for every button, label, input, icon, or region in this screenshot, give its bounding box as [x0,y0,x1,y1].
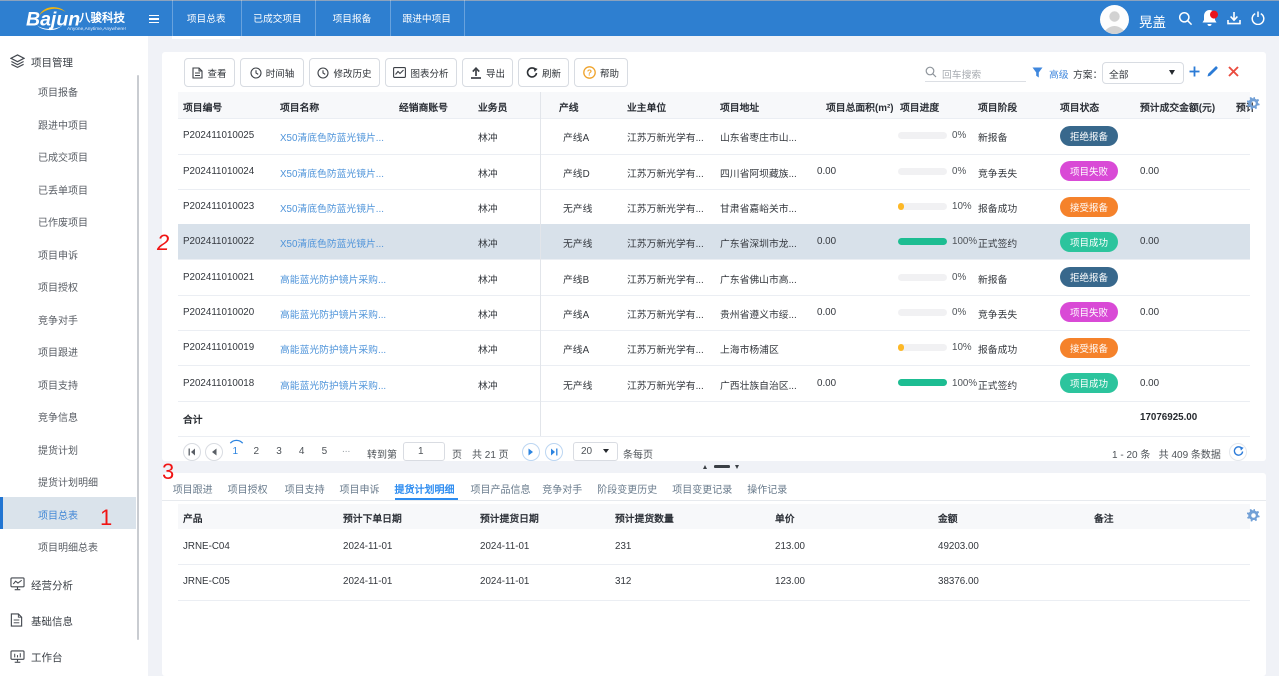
svg-text:?: ? [587,67,592,77]
svg-text:Anyone,Anytime,Anywhere!: Anyone,Anytime,Anywhere! [67,26,126,32]
svg-text:八骏科技: 八骏科技 [78,11,125,25]
